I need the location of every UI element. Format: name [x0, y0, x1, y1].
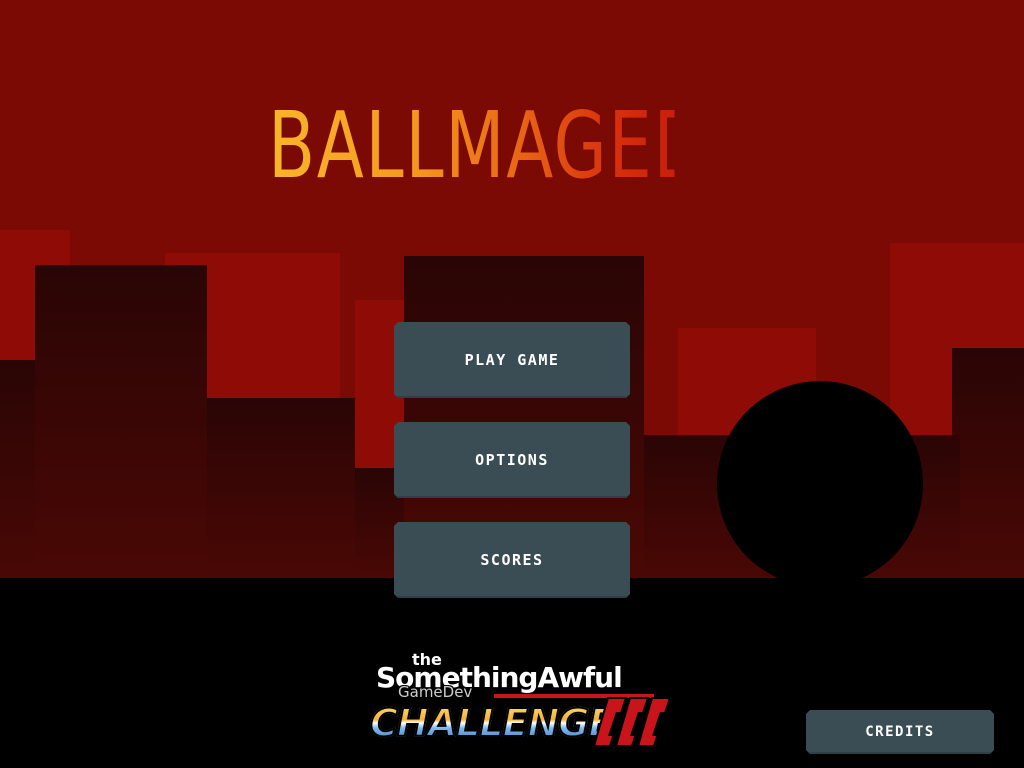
- something-awful-logo: the SomethingAwful GameDev CHALLENGE: [366, 652, 682, 752]
- options-button[interactable]: OPTIONS: [394, 422, 630, 498]
- credits-button[interactable]: CREDITS: [806, 710, 994, 754]
- game-title: BALLMAGEDDON: [268, 92, 872, 199]
- logo-roman-numeral-icon: [594, 697, 672, 747]
- scores-button[interactable]: SCORES: [394, 522, 630, 598]
- logo-gamedev-text: GameDev: [398, 683, 473, 701]
- play-game-button[interactable]: PLAY GAME: [394, 322, 630, 398]
- logo-challenge-text: CHALLENGE: [369, 701, 615, 745]
- ball: [717, 381, 923, 587]
